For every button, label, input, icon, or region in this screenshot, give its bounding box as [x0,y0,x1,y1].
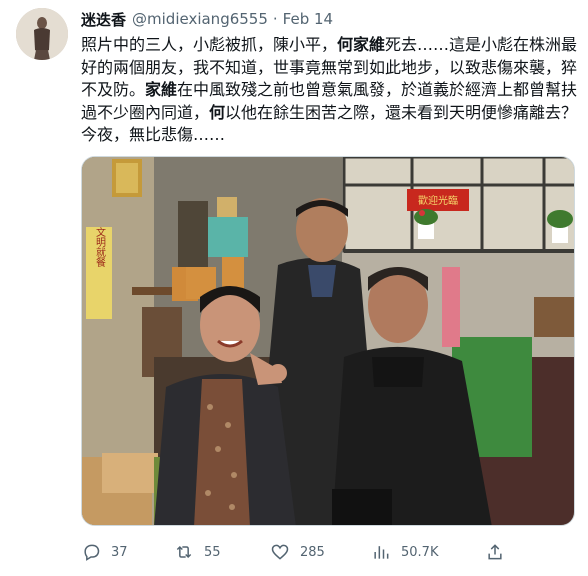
tweet-text-bold: 家維 [145,80,178,99]
like-button[interactable]: 285 [270,542,325,562]
reply-icon [84,544,100,561]
tweet-text-bold: 何 [209,102,226,122]
avatar-image [16,8,68,60]
retweet-count: 55 [204,544,221,560]
tweet-header: 迷迭香 @midiexiang6555 · Feb 14 [81,8,333,30]
display-name[interactable]: 迷迭香 [81,9,126,30]
tweet-text-bold: 何家維 [337,35,386,54]
tweet-date[interactable]: Feb 14 [283,10,333,28]
tweet-text-part: 照片中的三人，小彪被抓，陳小平， [81,35,338,54]
like-count: 285 [300,544,325,560]
avatar[interactable] [16,8,68,60]
reply-count: 37 [111,544,128,560]
reply-button[interactable]: 37 [81,542,128,562]
heart-icon [271,544,289,560]
separator-dot: · [272,10,278,28]
views-count: 50.7K [401,544,439,560]
views-button[interactable]: 50.7K [371,542,438,562]
banner-text: 歡迎光臨 [418,194,458,207]
photo-image: 歡迎光臨 文明就餐 [82,157,574,525]
retweet-icon [176,545,192,559]
tweet-actions: 37 55 285 50.7K [81,540,581,564]
wall-sign-text: 文明就餐 [94,226,106,268]
tweet-card: 迷迭香 @midiexiang6555 · Feb 14 照片中的三人，小彪被抓… [0,0,588,576]
user-handle[interactable]: @midiexiang6555 [132,10,268,28]
tweet-photo[interactable]: 歡迎光臨 文明就餐 [81,156,575,526]
retweet-button[interactable]: 55 [174,542,221,562]
tweet-text: 照片中的三人，小彪被抓，陳小平，何家維死去……這是小彪在株洲最好的兩個朋友，我不… [81,34,581,147]
share-button[interactable] [485,542,505,562]
share-icon [488,544,502,560]
analytics-icon [374,546,389,559]
